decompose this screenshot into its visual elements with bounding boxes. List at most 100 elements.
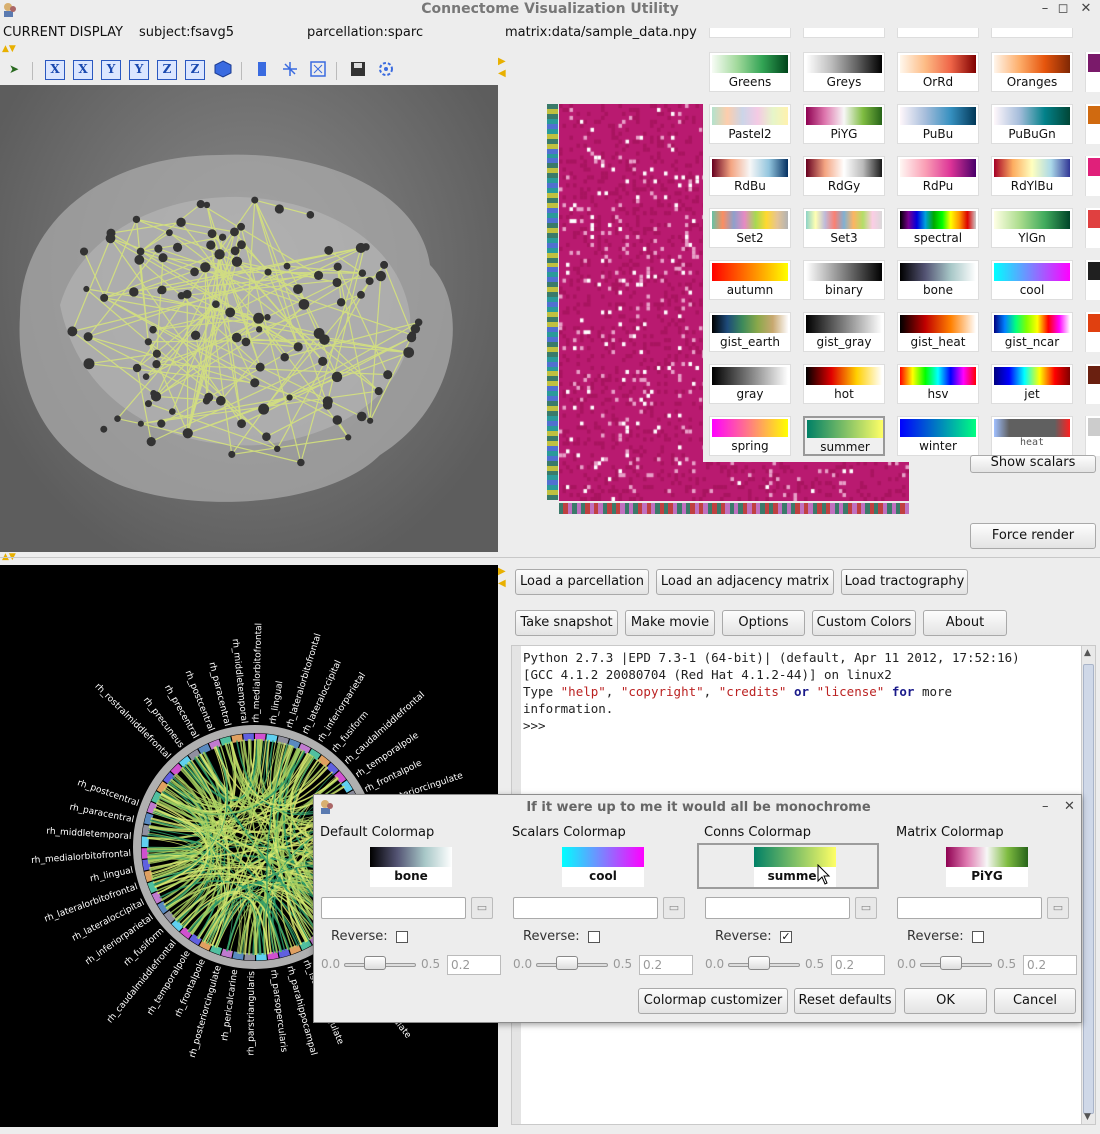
cancel-button[interactable]: Cancel (994, 988, 1076, 1014)
view-z-neg-button[interactable]: Z (185, 60, 205, 80)
axes-icon[interactable] (280, 60, 300, 80)
settings-icon[interactable] (376, 60, 396, 80)
palette-swatch-rdpu[interactable]: RdPu (897, 156, 979, 196)
view-x-neg-button[interactable]: X (73, 60, 93, 80)
colormap-file-input[interactable] (513, 897, 658, 919)
splitter-arrows-icon[interactable]: ▲▼ (2, 44, 16, 54)
palette-swatch-gist_gray[interactable]: gist_gray (803, 312, 885, 352)
palette-swatch-partial[interactable] (1085, 416, 1100, 456)
palette-swatch-pubu[interactable]: PuBu (897, 104, 979, 144)
view-x-pos-button[interactable]: X (45, 60, 65, 80)
threshold-slider-handle[interactable] (748, 956, 770, 970)
palette-swatch-winter[interactable]: winter (897, 416, 979, 456)
reverse-checkbox[interactable] (588, 931, 600, 943)
save-icon[interactable] (348, 60, 368, 80)
threshold-value-input[interactable]: 0.2 (1023, 955, 1077, 975)
dialog-minimize-button[interactable]: – (1042, 799, 1049, 814)
palette-swatch-partial[interactable] (1085, 260, 1100, 300)
palette-swatch-partial[interactable] (1085, 156, 1100, 196)
reverse-checkbox[interactable]: ✓ (780, 931, 792, 943)
palette-swatch-pastel2[interactable]: Pastel2 (709, 104, 791, 144)
force-render-button[interactable]: Force render (970, 523, 1096, 549)
palette-swatch-jet[interactable]: jet (991, 364, 1073, 404)
dialog-close-icon[interactable]: ✕ (1064, 799, 1075, 814)
custom-colors-button[interactable]: Custom Colors (812, 610, 916, 636)
minimize-button[interactable]: – (1036, 1, 1054, 19)
palette-swatch-autumn[interactable]: autumn (709, 260, 791, 300)
reverse-checkbox[interactable] (972, 931, 984, 943)
threshold-value-input[interactable]: 0.2 (831, 955, 885, 975)
palette-swatch-summer[interactable]: summer (803, 416, 885, 456)
palette-swatch-pubugn[interactable]: PuBuGn (991, 104, 1073, 144)
full-screen-icon[interactable] (252, 60, 272, 80)
palette-swatch-oranges[interactable]: Oranges (991, 52, 1073, 92)
load-tractography-button[interactable]: Load tractography (841, 569, 968, 595)
zoom-fit-icon[interactable] (308, 60, 328, 80)
palette-swatch-gist_heat[interactable]: gist_heat (897, 312, 979, 352)
threshold-value-input[interactable]: 0.2 (639, 955, 693, 975)
palette-swatch-orrd[interactable]: OrRd (897, 52, 979, 92)
palette-swatch-set3[interactable]: Set3 (803, 208, 885, 248)
take-snapshot-button[interactable]: Take snapshot (515, 610, 618, 636)
brain-3d-view[interactable] (0, 85, 498, 552)
palette-swatch-partial[interactable] (1085, 52, 1100, 92)
palette-swatch-spectral[interactable]: spectral (897, 208, 979, 248)
load-parcellation-button[interactable]: Load a parcellation (515, 569, 649, 595)
maximize-button[interactable]: ◻ (1054, 1, 1072, 19)
threshold-slider-handle[interactable] (940, 956, 962, 970)
palette-swatch-greens[interactable]: Greens (709, 52, 791, 92)
palette-swatch-spring[interactable]: spring (709, 416, 791, 456)
colormap-file-input[interactable] (321, 897, 466, 919)
close-button[interactable]: ✕ (1077, 1, 1095, 19)
palette-swatch-gray[interactable]: gray (709, 364, 791, 404)
ok-button[interactable]: OK (904, 988, 987, 1014)
threshold-slider-handle[interactable] (364, 956, 386, 970)
threshold-slider-handle[interactable] (556, 956, 578, 970)
iso-view-icon[interactable] (213, 60, 233, 80)
folder-icon[interactable]: ▭ (855, 897, 877, 919)
folder-icon[interactable]: ▭ (471, 897, 493, 919)
palette-swatch-hot[interactable]: hot (803, 364, 885, 404)
view-z-pos-button[interactable]: Z (157, 60, 177, 80)
about-button[interactable]: About (923, 610, 1007, 636)
splitter-vertical-arrows-icon[interactable]: ▶ ◀ (498, 566, 506, 590)
folder-icon[interactable]: ▭ (663, 897, 685, 919)
palette-swatch-rdbu[interactable]: RdBu (709, 156, 791, 196)
horizontal-splitter[interactable]: ▲▼ (0, 552, 1100, 564)
palette-swatch-partial[interactable] (1085, 364, 1100, 404)
palette-swatch-set2[interactable]: Set2 (709, 208, 791, 248)
palette-swatch-greys[interactable]: Greys (803, 52, 885, 92)
palette-swatch-hsv[interactable]: hsv (897, 364, 979, 404)
colormap-preview[interactable]: PiYG (946, 847, 1028, 887)
colormap-file-input[interactable] (705, 897, 850, 919)
view-y-neg-button[interactable]: Y (129, 60, 149, 80)
colormap-preview[interactable]: cool (562, 847, 644, 887)
palette-swatch-partial[interactable] (1085, 208, 1100, 248)
palette-swatch-bone[interactable]: bone (897, 260, 979, 300)
palette-swatch-rdgy[interactable]: RdGy (803, 156, 885, 196)
palette-swatch-gist_ncar[interactable]: gist_ncar (991, 312, 1073, 352)
palette-swatch-heat[interactable]: heat (991, 416, 1073, 456)
pointer-icon[interactable]: ➤ (4, 60, 24, 80)
load-matrix-button[interactable]: Load an adjacency matrix (656, 569, 834, 595)
reverse-checkbox[interactable] (396, 931, 408, 943)
reset-defaults-button[interactable]: Reset defaults (794, 988, 896, 1014)
colormap-gradient (712, 367, 788, 385)
palette-swatch-ylgn[interactable]: YlGn (991, 208, 1073, 248)
view-y-pos-button[interactable]: Y (101, 60, 121, 80)
show-scalars-button[interactable]: Show scalars (970, 455, 1096, 473)
colormap-customizer-button[interactable]: Colormap customizer (638, 988, 788, 1014)
make-movie-button[interactable]: Make movie (625, 610, 715, 636)
colormap-preview[interactable]: bone (370, 847, 452, 887)
palette-swatch-partial[interactable] (1085, 104, 1100, 144)
palette-swatch-gist_earth[interactable]: gist_earth (709, 312, 791, 352)
threshold-value-input[interactable]: 0.2 (447, 955, 501, 975)
palette-swatch-partial[interactable] (1085, 312, 1100, 352)
options-button[interactable]: Options (722, 610, 805, 636)
palette-swatch-binary[interactable]: binary (803, 260, 885, 300)
palette-swatch-rdylbu[interactable]: RdYlBu (991, 156, 1073, 196)
colormap-file-input[interactable] (897, 897, 1042, 919)
folder-icon[interactable]: ▭ (1047, 897, 1069, 919)
palette-swatch-cool[interactable]: cool (991, 260, 1073, 300)
palette-swatch-piyg[interactable]: PiYG (803, 104, 885, 144)
